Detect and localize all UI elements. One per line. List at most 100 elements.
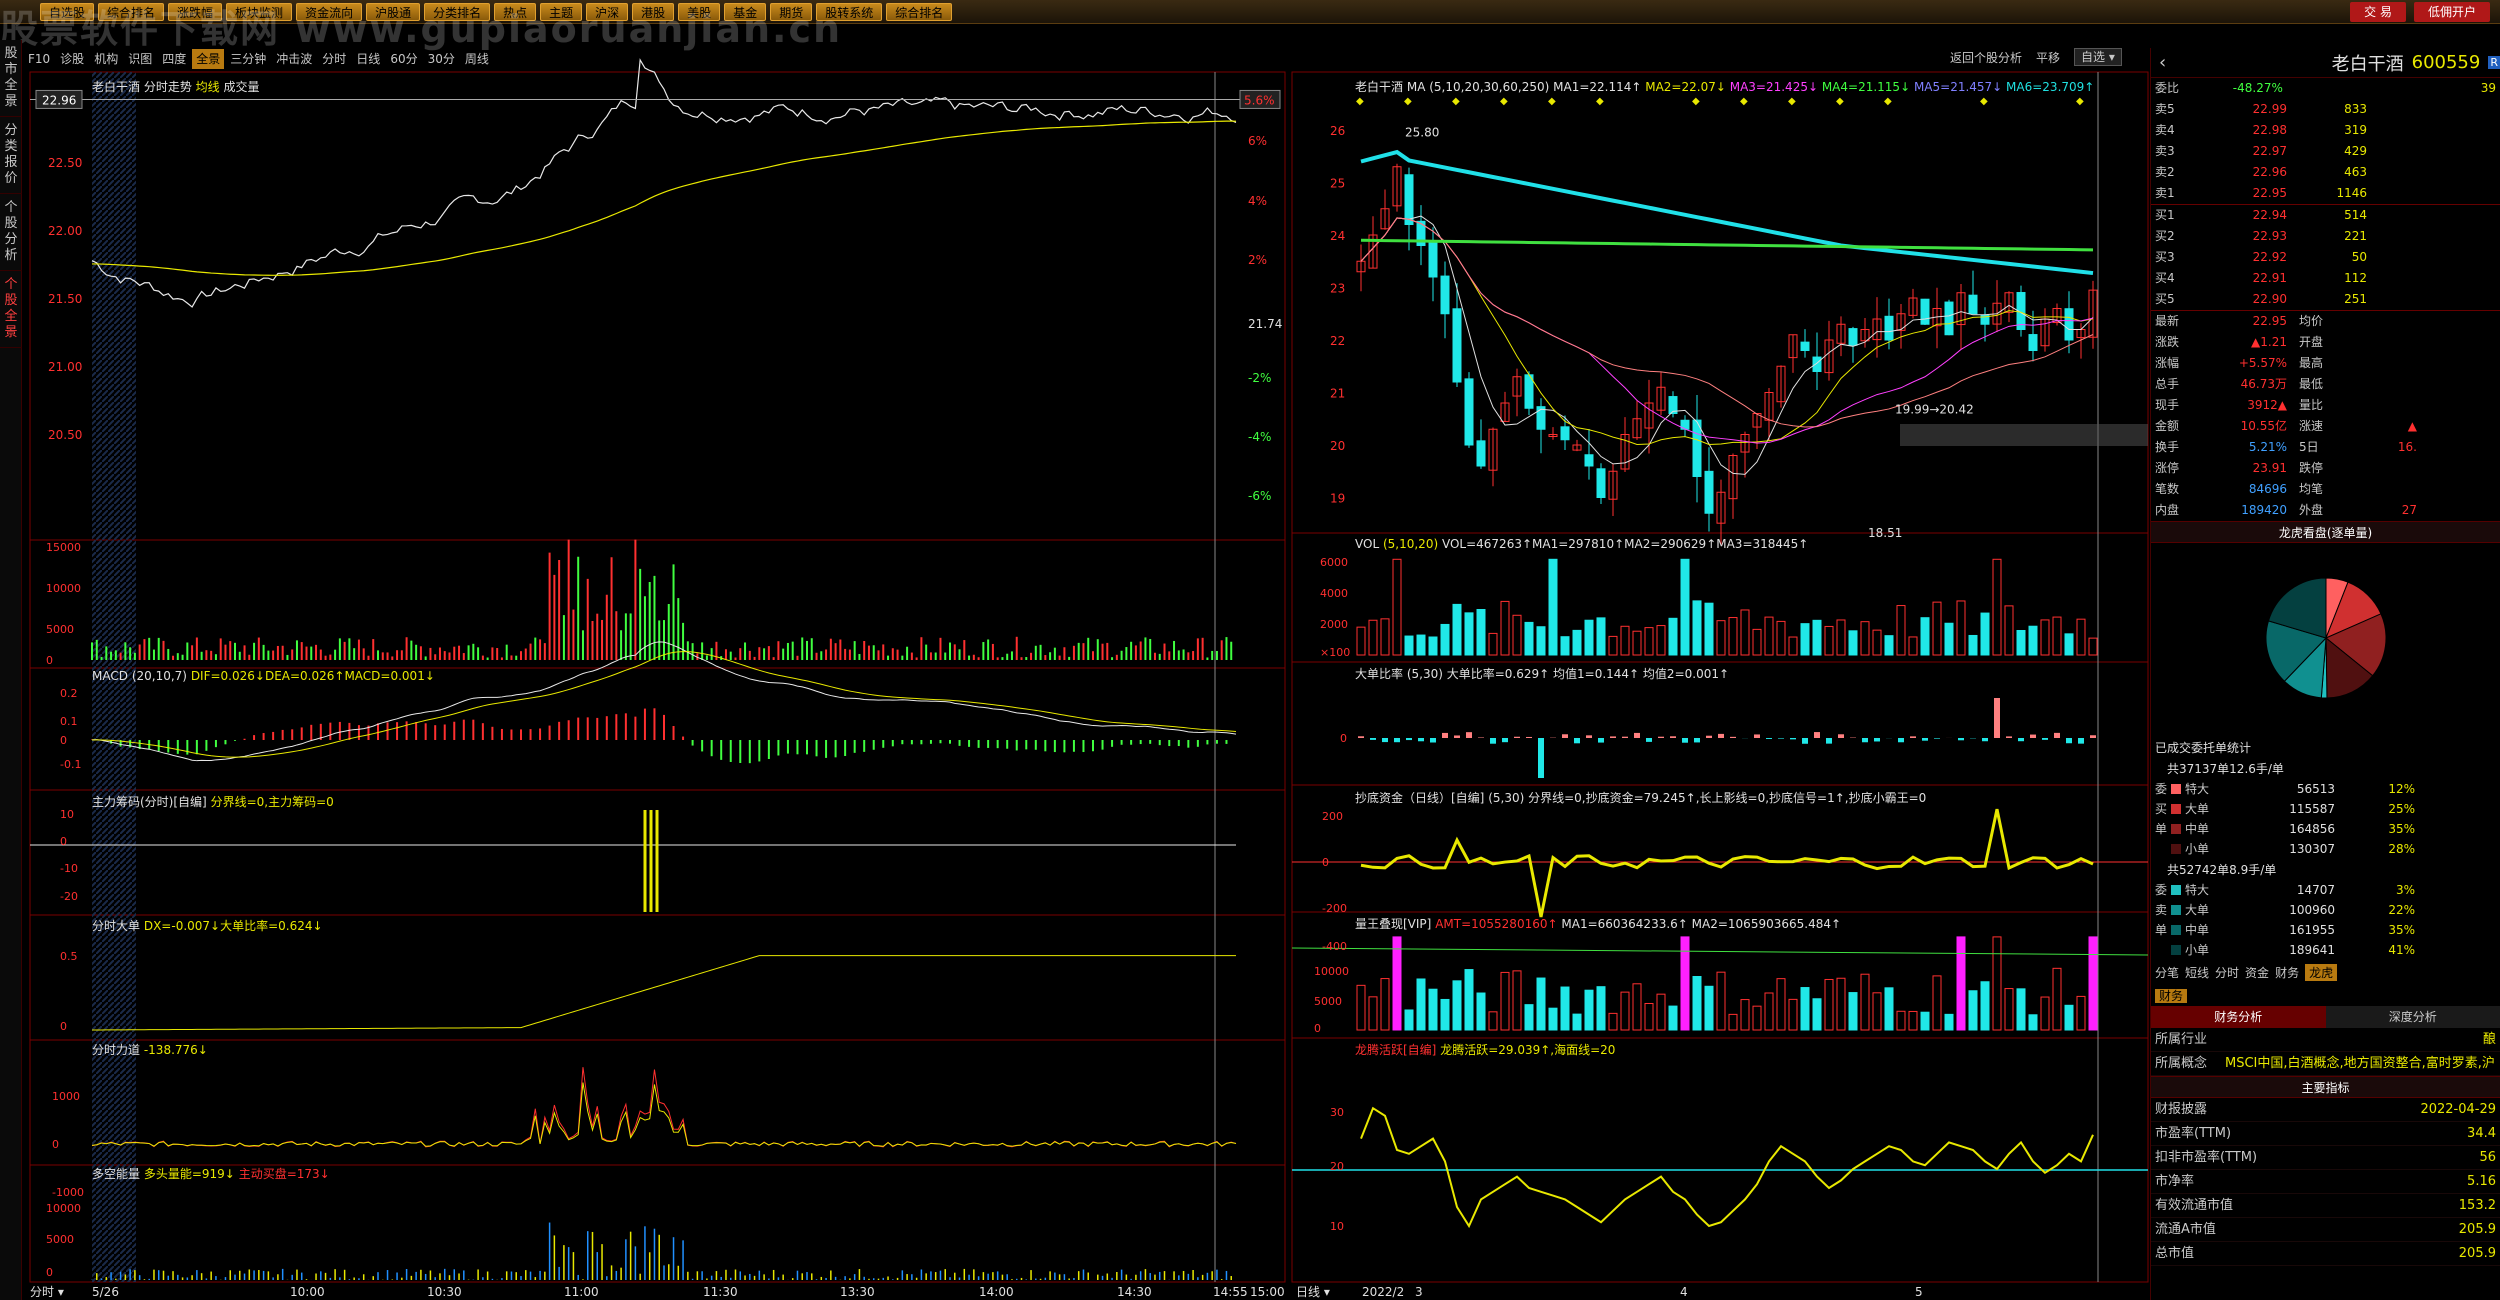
stat-label: 笔数 (2155, 482, 2180, 496)
vol-king-bar (1536, 977, 1546, 1031)
kline-vol-bar (1956, 600, 1966, 656)
stat-value: 84696 (2248, 482, 2287, 496)
intraday-period-select[interactable]: 分时 ▾ (30, 1285, 64, 1299)
dragon-title[interactable]: 龙腾活跃[自编] 龙腾活跃=29.039↑,海面线=20 (1355, 1041, 1615, 1058)
vol-king-bar (2052, 967, 2062, 1031)
ask-row: 卖1 22.95 1146 (2151, 183, 2500, 204)
big-ratio-title[interactable]: 大单比率 (5,30) 大单比率=0.629↑ 均值1=0.144↑ 均值2=0… (1355, 665, 1729, 682)
bottom-fund-tick: -200 (1322, 902, 1347, 915)
kline-vol-bar (1872, 629, 1882, 656)
big-order-title[interactable]: 分时大单 DX=-0.007↓大单比率=0.624↓ (92, 917, 323, 934)
pie-title: 龙虎看盘(逐单量) (2151, 521, 2500, 543)
quote-tab[interactable]: 短线 (2185, 964, 2209, 981)
quote-tab[interactable]: 龙虎 (2305, 964, 2338, 981)
big-ratio-bar (1982, 738, 1988, 742)
stat-label: 总手 (2155, 377, 2180, 391)
stat-label: 最新 (2155, 314, 2180, 328)
candle-body (1884, 315, 1894, 341)
quote-tab[interactable]: 财务 (2275, 964, 2299, 981)
stock-name: 老白干酒 (2331, 53, 2404, 75)
fin-row: 财报披露 2022-04-29 (2151, 1098, 2500, 1122)
deal-color-icon (2171, 885, 2181, 895)
kline-period-select[interactable]: 日线 ▾ (1296, 1285, 1330, 1299)
kline-vol-tick: 6000 (1320, 556, 1348, 569)
kline-vol-bar (1452, 603, 1462, 656)
kline-vol-bar (1368, 619, 1378, 656)
macd-title[interactable]: MACD (20,10,7) DIF=0.026↓DEA=0.026↑MACD=… (92, 669, 435, 683)
fin-analysis-tab[interactable]: 财务分析 (2151, 1006, 2326, 1028)
big-ratio-bar (1754, 734, 1760, 738)
long-short-title[interactable]: 多空能量 多头量能=919↓ 主动买盘=173↓ (92, 1165, 330, 1182)
big-order-tick: 0 (60, 1020, 67, 1033)
bid-row: 买2 22.93 221 (2151, 226, 2500, 247)
stat-value: 189420 (2241, 503, 2287, 517)
stat-value (2347, 458, 2417, 479)
fin-tab[interactable]: 财务 (2155, 989, 2188, 1003)
big-ratio-bar (1598, 738, 1604, 743)
kline-vol-bar (1944, 622, 1954, 656)
fin-value: 5.16 (2467, 1174, 2496, 1189)
candle-body (1944, 301, 1954, 336)
stat-value: ▲1.21 (2251, 335, 2287, 349)
open-account-button[interactable]: 低佣开户 (2413, 2, 2490, 22)
macd-tick: 0.2 (60, 687, 78, 700)
big-ratio-bar (1958, 738, 1964, 741)
panel-frame (29, 667, 1286, 791)
vol-tick: 10000 (46, 582, 81, 595)
big-ratio-bar (1814, 732, 1820, 738)
big-ratio-bar (1730, 736, 1736, 738)
vol-king-bar (1596, 986, 1606, 1031)
big-ratio-bar (1574, 738, 1580, 744)
chip-tick: 10 (60, 808, 74, 821)
kline-vol-bar (1356, 626, 1366, 656)
quote-tab[interactable]: 资金 (2245, 964, 2269, 981)
stat-label: 涨跌 (2155, 335, 2180, 349)
big-ratio-bar (1682, 738, 1688, 743)
kline-vol-bar (1704, 602, 1714, 656)
big-ratio-bar (1394, 738, 1400, 743)
flow-line-red (91, 1067, 1237, 1148)
deal-row: 单 中单 164856 35% (2151, 819, 2500, 839)
bottom-fund-title[interactable]: 抄底资金（日线）[自编] (5,30) 分界线=0,抄底资金=79.245↑,长… (1355, 789, 1926, 806)
stat-value: ▲ (2407, 419, 2417, 433)
big-ratio-bar (1922, 738, 1928, 741)
signal-diamond-icon: ◆ (1596, 96, 1604, 107)
fin-value: 205.9 (2458, 1222, 2496, 1237)
chart-area[interactable]: 22.96 5.6% ◆ ◆ ◆ ◆ ◆ ◆ ◆ ◆ ◆ ◆ ◆ ◆ ◆ 22.50 22.00 21.50 2… (0, 0, 2150, 1300)
quote-tab[interactable]: 分时 (2215, 964, 2239, 981)
vol-king-bar (1440, 998, 1450, 1031)
deep-analysis-tab[interactable]: 深度分析 (2325, 1006, 2500, 1028)
main-chip-title[interactable]: 主力筹码(分时)[自编] 分界线=0,主力筹码=0 (92, 793, 334, 810)
quote-tab[interactable]: 分笔 (2155, 964, 2179, 981)
stat-row: 金额 10.55亿 涨速 ▲ (2151, 416, 2500, 437)
time-tick: 14:00 (979, 1285, 1014, 1299)
big-ratio-bar (1898, 738, 1904, 743)
bottom-fund-tick: 0 (1322, 856, 1329, 869)
fin-row: 有效流通市值 153.2 (2151, 1194, 2500, 1218)
kline-vol-bar (1524, 621, 1534, 656)
kline-vol-bar (1668, 617, 1678, 656)
candle-body (1452, 308, 1462, 383)
vol-king-bar (1980, 981, 1990, 1031)
back-arrow-icon[interactable]: ‹ (2159, 52, 2166, 73)
deal-type: 特大 (2185, 782, 2210, 796)
kline-title[interactable]: 老白干酒 MA (5,10,20,30,60,250) MA1=22.114↑ … (1355, 78, 2094, 95)
stat-value: 10.55亿 (2240, 419, 2287, 433)
stat-value: 46.73万 (2240, 377, 2287, 391)
vol-king-bar (1740, 999, 1750, 1031)
trade-button[interactable]: 交 易 (2350, 2, 2406, 22)
vol-title[interactable]: VOL (5,10,20) VOL=467263↑MA1=297810↑MA2=… (1355, 537, 1808, 551)
stat-label: 换手 (2155, 440, 2180, 454)
candle-body (2064, 308, 2074, 341)
kline-price-tick: 26 (1330, 124, 1345, 138)
flow-title[interactable]: 分时力道 -138.776↓ (92, 1041, 208, 1058)
big-ratio-bar (1586, 735, 1592, 738)
pct-tick: -4% (1248, 430, 1271, 444)
vol-king-bar (1608, 1012, 1618, 1031)
stat-value (2347, 332, 2417, 353)
kline-vol-bar (1404, 635, 1414, 656)
vol-king-title[interactable]: 量王叠现[VIP] AMT=1055280160↑ MA1=660364233.… (1355, 915, 1841, 932)
vol-king-ma (1291, 947, 2149, 956)
ask-volume: 319 (2344, 123, 2367, 137)
deal-side: 卖 (2155, 903, 2168, 917)
